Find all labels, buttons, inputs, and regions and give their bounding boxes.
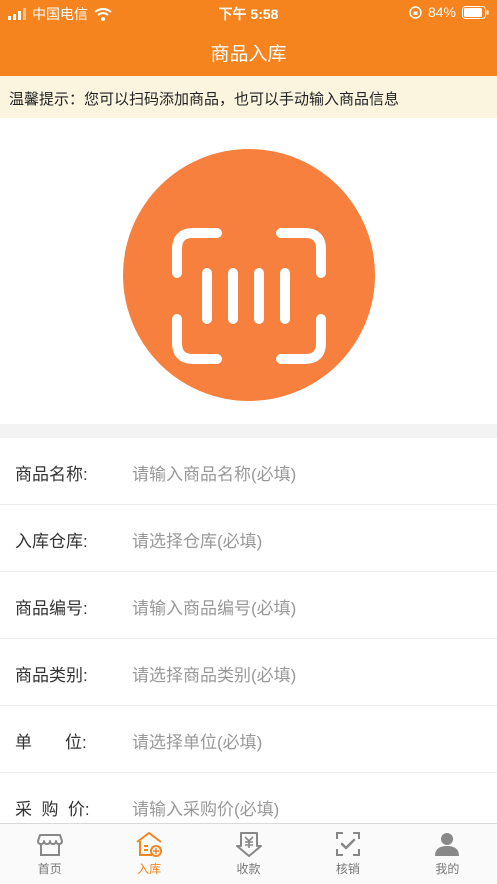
tab-verify-label: 核销: [335, 862, 360, 876]
barcode-scan-icon: [172, 228, 326, 364]
form-row-category: 商品类别: 请选择商品类别(必填): [0, 639, 497, 706]
tab-receive-label: 收款: [236, 862, 261, 876]
form-row-warehouse: 入库仓库: 请选择仓库(必填): [0, 505, 497, 572]
unit-select[interactable]: 请选择单位(必填): [132, 728, 262, 753]
label-product-code: 商品编号:: [15, 599, 88, 618]
scan-button[interactable]: [123, 149, 375, 401]
page-title: 商品入库: [210, 44, 287, 65]
tab-mine[interactable]: 我的: [398, 824, 497, 884]
tip-text: 温馨提示：您可以扫码添加商品，也可以手动输入商品信息: [9, 91, 400, 108]
tab-receive[interactable]: 收款: [199, 824, 298, 884]
form-row-product-code: 商品编号: 请输入商品编号(必填): [0, 572, 497, 639]
tab-home-label: 首页: [37, 862, 62, 876]
verify-check-icon: [335, 832, 360, 856]
label-product-name: 商品名称:: [15, 465, 88, 484]
tab-stock-in-label: 入库: [137, 862, 162, 876]
scan-area: [0, 118, 497, 424]
category-select[interactable]: 请选择商品类别(必填): [132, 661, 296, 686]
tab-bar: 首页 入库 收款 核销 我的: [0, 823, 497, 884]
product-form: 商品名称: 请输入商品名称(必填) 入库仓库: 请选择仓库(必填) 商品编号: …: [0, 438, 497, 840]
stock-in-icon: [136, 832, 163, 857]
purchase-price-input[interactable]: 请输入采购价(必填): [132, 795, 279, 820]
user-icon: [435, 833, 460, 856]
label-warehouse: 入库仓库:: [15, 532, 88, 551]
form-row-product-name: 商品名称: 请输入商品名称(必填): [0, 438, 497, 505]
orientation-lock-icon: [409, 5, 422, 19]
label-purchase-price: 采 购 价:: [15, 800, 90, 819]
shop-icon: [36, 834, 63, 856]
tab-home[interactable]: 首页: [0, 824, 99, 884]
label-unit: 单 位:: [15, 733, 87, 752]
tab-mine-label: 我的: [435, 862, 460, 876]
label-category: 商品类别:: [15, 666, 88, 685]
section-divider: [0, 424, 497, 438]
warehouse-select[interactable]: 请选择仓库(必填): [132, 527, 262, 552]
status-right: 84%: [409, 4, 489, 20]
product-name-input[interactable]: 请输入商品名称(必填): [132, 460, 296, 485]
battery-icon: [462, 5, 489, 19]
product-code-input[interactable]: 请输入商品编号(必填): [132, 594, 296, 619]
status-bar: 中国电信 下午 5:58 84%: [0, 0, 497, 26]
battery-percent: 84%: [427, 4, 456, 20]
nav-bar: 商品入库: [0, 26, 497, 76]
yuan-receive-icon: [235, 832, 262, 857]
tip-banner: 温馨提示：您可以扫码添加商品，也可以手动输入商品信息: [0, 76, 497, 118]
form-row-unit: 单 位: 请选择单位(必填): [0, 706, 497, 773]
tab-stock-in[interactable]: 入库: [99, 824, 198, 884]
tab-verify[interactable]: 核销: [298, 824, 397, 884]
